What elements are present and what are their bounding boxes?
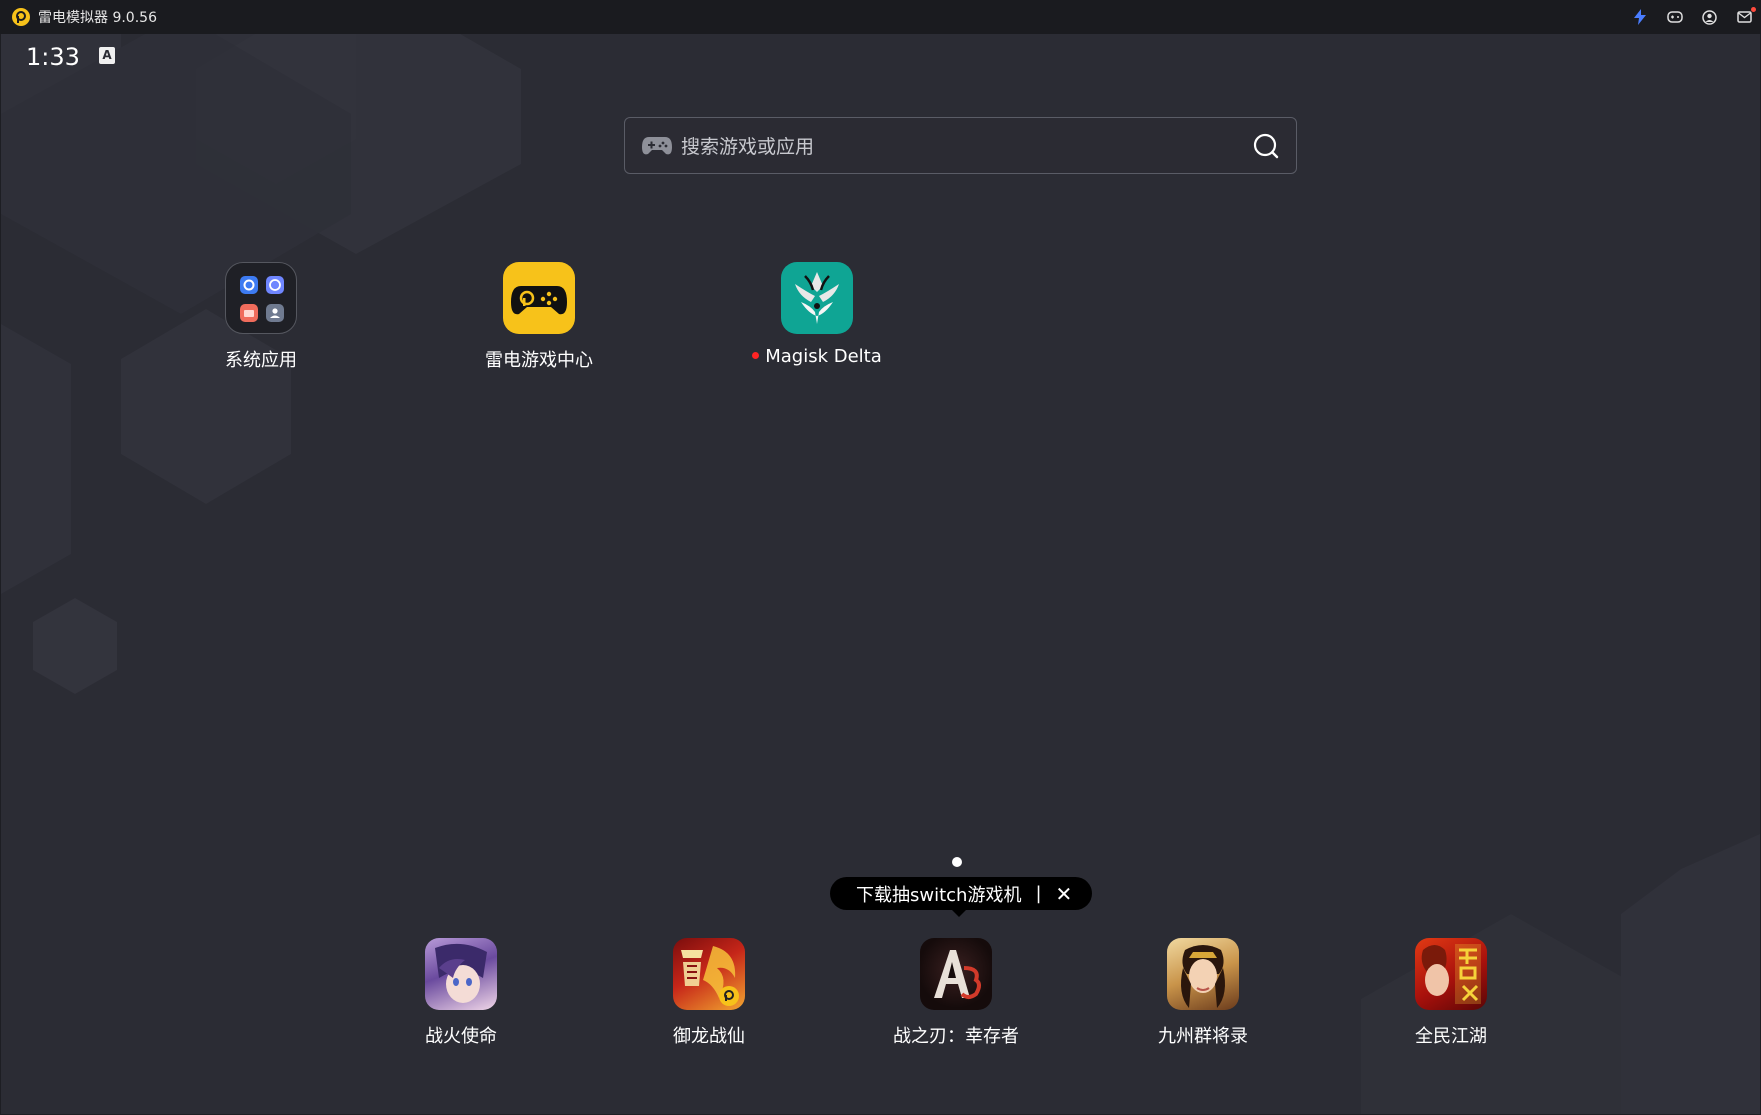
new-app-indicator — [752, 352, 760, 359]
gamepad-icon[interactable] — [1666, 9, 1683, 26]
app-label: 全民江湖 — [1415, 1026, 1487, 1047]
tooltip-arrow — [951, 909, 967, 917]
promo-tooltip-text[interactable]: 下载抽switch游戏机 — [856, 881, 1021, 907]
dock-app-quanmin-jianghu[interactable]: 全民江湖 — [1371, 938, 1531, 1048]
search-bar[interactable]: 搜索游戏或应用 — [624, 117, 1297, 174]
search-placeholder[interactable]: 搜索游戏或应用 — [681, 132, 1252, 159]
app-label: 御龙战仙 — [673, 1026, 745, 1047]
app-label: 九州群将录 — [1158, 1026, 1248, 1047]
zhanzhiren-icon — [920, 938, 992, 1010]
window-titlebar: 雷电模拟器 9.0.56 — [0, 0, 1761, 34]
magisk-icon — [781, 262, 853, 334]
tooltip-separator: | — [1035, 883, 1042, 904]
system-apps-folder-icon — [225, 262, 297, 334]
jiuzhou-qunjianglu-icon — [1167, 938, 1239, 1010]
mail-icon[interactable] — [1736, 6, 1756, 26]
home-screen: 1:33 A 搜索游戏或应用 系统应用 雷电游戏中心 Magisk Delta … — [1, 34, 1760, 1114]
search-icon[interactable] — [1252, 132, 1280, 160]
status-clock: 1:33 — [26, 43, 80, 71]
mail-notification-dot — [1751, 6, 1756, 12]
app-label: 战火使命 — [425, 1026, 497, 1047]
app-magisk-delta[interactable]: Magisk Delta — [737, 262, 897, 367]
ld-game-center-icon — [503, 262, 575, 334]
close-icon[interactable]: ✕ — [1056, 882, 1073, 906]
app-label: 系统应用 — [225, 350, 297, 371]
ldplayer-logo-icon — [12, 8, 30, 26]
quanmin-jianghu-icon — [1415, 938, 1487, 1010]
app-label: 战之刃：幸存者 — [893, 1026, 1019, 1047]
dock-app-zhanzhiren[interactable]: 战之刃：幸存者 — [876, 938, 1036, 1048]
dock-app-zhanhuo-shiming[interactable]: 战火使命 — [381, 938, 541, 1048]
gamepad-icon — [642, 136, 672, 154]
app-label: Magisk Delta — [737, 346, 897, 367]
dock-app-yulong-zhanxian[interactable]: 御龙战仙 — [629, 938, 789, 1048]
window-title: 雷电模拟器 9.0.56 — [38, 10, 157, 26]
promo-tooltip[interactable]: 下载抽switch游戏机 | ✕ — [830, 877, 1092, 910]
app-system-apps[interactable]: 系统应用 — [181, 262, 341, 372]
zhanhuo-shiming-icon — [425, 938, 497, 1010]
titlebar-icons — [1631, 0, 1756, 34]
app-label-text: Magisk Delta — [765, 346, 882, 367]
yulong-zhanxian-icon — [673, 938, 745, 1010]
account-icon[interactable] — [1701, 9, 1718, 26]
app-ld-game-center[interactable]: 雷电游戏中心 — [459, 262, 619, 372]
keyboard-indicator-icon: A — [99, 47, 115, 64]
lightning-icon[interactable] — [1631, 9, 1648, 26]
page-indicator[interactable] — [952, 857, 962, 867]
app-label: 雷电游戏中心 — [485, 350, 593, 371]
dock-app-jiuzhou-qunjianglu[interactable]: 九州群将录 — [1123, 938, 1283, 1048]
